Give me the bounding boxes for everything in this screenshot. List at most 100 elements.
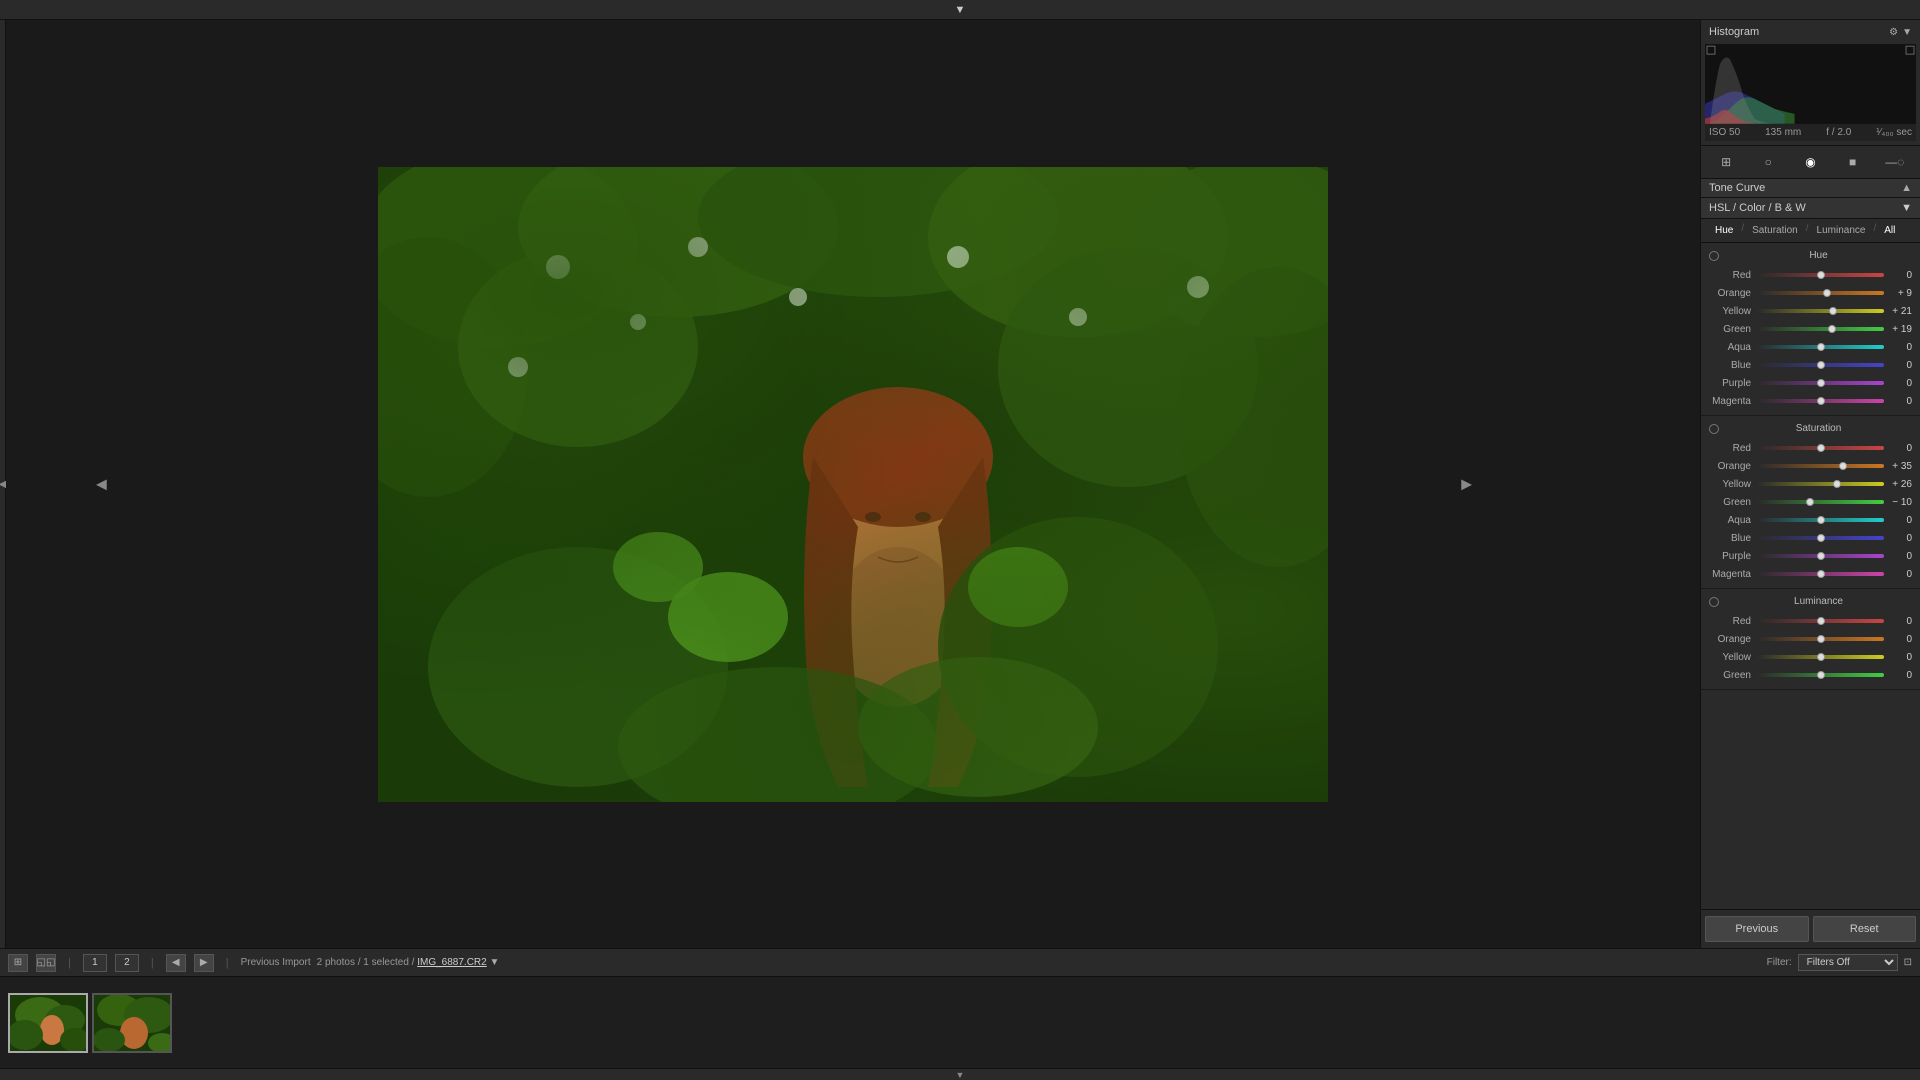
- page-2-input[interactable]: [115, 954, 139, 972]
- hue-purple-thumb[interactable]: [1817, 379, 1825, 387]
- sat-green-slider[interactable]: [1757, 500, 1884, 504]
- bottom-arrow-bar[interactable]: ▼: [0, 1068, 1920, 1080]
- hue-orange-slider[interactable]: [1757, 291, 1884, 295]
- sat-green-label: Green: [1709, 497, 1757, 508]
- image-viewer: ◀ ▶: [6, 20, 1700, 948]
- lum-yellow-thumb[interactable]: [1817, 653, 1825, 661]
- lum-green-thumb[interactable]: [1817, 671, 1825, 679]
- hue-blue-thumb[interactable]: [1817, 361, 1825, 369]
- sat-yellow-thumb[interactable]: [1833, 480, 1841, 488]
- tab-all[interactable]: All: [1878, 223, 1901, 238]
- hue-aqua-row: Aqua 0: [1709, 339, 1912, 355]
- heal-tool-icon[interactable]: ○: [1756, 152, 1780, 172]
- hue-orange-thumb[interactable]: [1823, 289, 1831, 297]
- hue-green-thumb[interactable]: [1828, 325, 1836, 333]
- hue-green-value: + 19: [1884, 324, 1912, 335]
- loupe-view-btn[interactable]: ◱◱: [36, 954, 56, 972]
- file-name-link[interactable]: IMG_6887.CR2: [417, 957, 486, 968]
- sat-blue-slider[interactable]: [1757, 536, 1884, 540]
- saturation-target-icon[interactable]: [1709, 424, 1719, 434]
- hue-green-slider[interactable]: [1757, 327, 1884, 331]
- filmstrip-thumbnails: [0, 977, 1920, 1068]
- hue-magenta-slider[interactable]: [1757, 399, 1884, 403]
- hue-aqua-slider[interactable]: [1757, 345, 1884, 349]
- sat-blue-thumb[interactable]: [1817, 534, 1825, 542]
- lum-red-slider[interactable]: [1757, 619, 1884, 623]
- sat-orange-thumb[interactable]: [1839, 462, 1847, 470]
- sat-green-row: Green − 10: [1709, 494, 1912, 510]
- tone-curve-section[interactable]: Tone Curve ▲: [1701, 179, 1920, 198]
- lum-yellow-label: Yellow: [1709, 652, 1757, 663]
- hsl-sub-tabs: Hue / Saturation / Luminance / All: [1701, 219, 1920, 243]
- thumbnail-1[interactable]: [8, 993, 88, 1053]
- hue-aqua-thumb[interactable]: [1817, 343, 1825, 351]
- hue-purple-row: Purple 0: [1709, 375, 1912, 391]
- hue-target-icon[interactable]: [1709, 251, 1719, 261]
- sat-magenta-thumb[interactable]: [1817, 570, 1825, 578]
- hue-blue-slider[interactable]: [1757, 363, 1884, 367]
- sat-aqua-thumb[interactable]: [1817, 516, 1825, 524]
- prev-nav-btn[interactable]: ◀: [166, 954, 186, 972]
- sat-yellow-slider[interactable]: [1757, 482, 1884, 486]
- histogram-header: Histogram ⚙ ▼: [1705, 24, 1916, 40]
- adjustment-brush-icon[interactable]: —◌: [1883, 152, 1907, 172]
- sat-green-thumb[interactable]: [1806, 498, 1814, 506]
- photo-container: [378, 167, 1328, 802]
- filter-end-icon[interactable]: ⊡: [1904, 957, 1912, 968]
- tab-hue[interactable]: Hue: [1709, 223, 1739, 238]
- sat-blue-value: 0: [1884, 533, 1912, 544]
- grid-view-btn[interactable]: ⊞: [8, 954, 28, 972]
- histogram-info: ISO 50 135 mm f / 2.0 ¹⁄₄₀₀ sec: [1705, 124, 1916, 141]
- hue-blue-label: Blue: [1709, 360, 1757, 371]
- lum-red-thumb[interactable]: [1817, 617, 1825, 625]
- hsl-header-arrow-icon: ▼: [1901, 202, 1912, 214]
- hue-group-header: Hue: [1709, 247, 1912, 265]
- histogram-dropdown-icon[interactable]: ▼: [1902, 27, 1912, 38]
- hue-magenta-row: Magenta 0: [1709, 393, 1912, 409]
- lum-orange-slider[interactable]: [1757, 637, 1884, 641]
- next-nav-btn[interactable]: ▶: [194, 954, 214, 972]
- red-eye-tool-icon[interactable]: ◉: [1798, 152, 1822, 172]
- histogram-title: Histogram: [1709, 26, 1759, 38]
- tab-saturation[interactable]: Saturation: [1746, 223, 1804, 238]
- sat-purple-slider[interactable]: [1757, 554, 1884, 558]
- hue-yellow-value: + 21: [1884, 306, 1912, 317]
- lum-yellow-slider[interactable]: [1757, 655, 1884, 659]
- tab-luminance[interactable]: Luminance: [1811, 223, 1872, 238]
- previous-button[interactable]: Previous: [1705, 916, 1809, 942]
- crop-tool-icon[interactable]: ⊞: [1714, 152, 1738, 172]
- hue-magenta-thumb[interactable]: [1817, 397, 1825, 405]
- histogram-svg: [1705, 44, 1916, 124]
- hsl-section-header[interactable]: HSL / Color / B & W ▼: [1701, 198, 1920, 219]
- reset-button[interactable]: Reset: [1813, 916, 1917, 942]
- next-image-btn[interactable]: ▶: [1461, 476, 1472, 493]
- histogram-settings-icon[interactable]: ⚙: [1889, 27, 1898, 38]
- hue-red-slider[interactable]: [1757, 273, 1884, 277]
- file-dropdown-icon[interactable]: ▼: [490, 957, 500, 968]
- hue-red-label: Red: [1709, 270, 1757, 281]
- bottom-collapse-icon[interactable]: ▼: [956, 1070, 965, 1080]
- lum-green-slider[interactable]: [1757, 673, 1884, 677]
- hue-purple-slider[interactable]: [1757, 381, 1884, 385]
- sat-aqua-value: 0: [1884, 515, 1912, 526]
- sat-aqua-slider[interactable]: [1757, 518, 1884, 522]
- graduated-filter-icon[interactable]: ■: [1841, 152, 1865, 172]
- sat-red-thumb[interactable]: [1817, 444, 1825, 452]
- hue-yellow-slider[interactable]: [1757, 309, 1884, 313]
- hue-red-thumb[interactable]: [1817, 271, 1825, 279]
- sat-magenta-slider[interactable]: [1757, 572, 1884, 576]
- sat-orange-slider[interactable]: [1757, 464, 1884, 468]
- filter-dropdown[interactable]: Filters Off Flagged Unflagged Rejected: [1798, 954, 1898, 971]
- sat-red-slider[interactable]: [1757, 446, 1884, 450]
- sat-purple-thumb[interactable]: [1817, 552, 1825, 560]
- tone-curve-collapse-icon[interactable]: ▲: [1901, 182, 1912, 194]
- prev-image-btn[interactable]: ◀: [96, 476, 107, 493]
- luminance-target-icon[interactable]: [1709, 597, 1719, 607]
- lum-green-row: Green 0: [1709, 667, 1912, 683]
- top-arrow-icon: ▼: [955, 4, 966, 16]
- page-1-input[interactable]: [83, 954, 107, 972]
- lum-orange-thumb[interactable]: [1817, 635, 1825, 643]
- thumbnail-2[interactable]: [92, 993, 172, 1053]
- hue-yellow-thumb[interactable]: [1829, 307, 1837, 315]
- lum-orange-value: 0: [1884, 634, 1912, 645]
